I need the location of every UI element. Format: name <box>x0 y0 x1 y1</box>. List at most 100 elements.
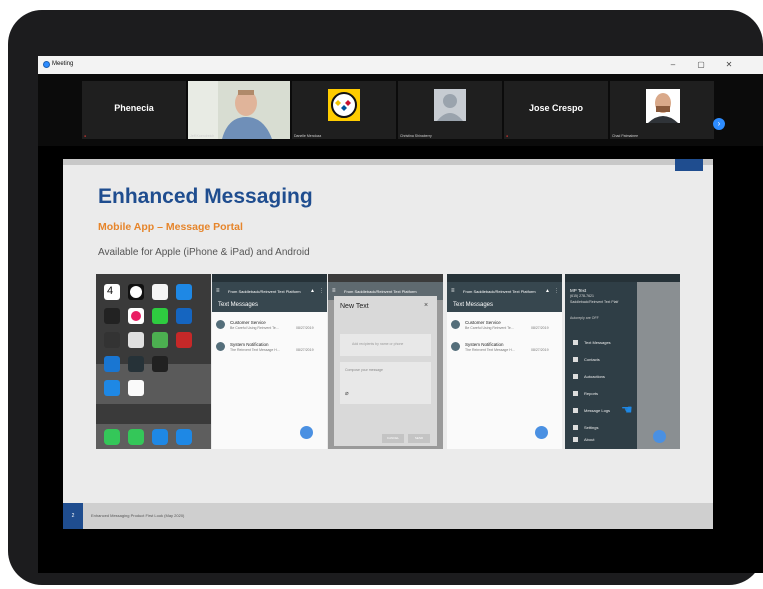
drawer-org: Saddleback/Reinvent Text Platf <box>570 300 619 304</box>
slide-accent-block <box>675 159 703 171</box>
team-logo-avatar <box>328 89 360 121</box>
close-icon[interactable]: × <box>424 302 428 309</box>
menu-item-message-logs[interactable]: Message Logs <box>573 408 611 414</box>
menu-item-contacts[interactable]: Contacts <box>573 357 600 363</box>
close-button[interactable]: ✕ <box>722 59 736 71</box>
message-date: 08/27/2019 <box>531 326 549 330</box>
message-list: Customer Service Be Careful Using Reinve… <box>212 312 327 449</box>
send-button[interactable]: SEND <box>408 434 430 443</box>
menu-icon[interactable]: ≡ <box>451 288 455 294</box>
next-page-button[interactable]: › <box>713 118 725 130</box>
menu-item-reports[interactable]: Reports <box>573 391 599 397</box>
ios-home-screenshot: 4 <box>96 274 211 449</box>
mic-muted-icon: ● <box>84 134 87 138</box>
menu-item-about[interactable]: About <box>573 437 595 443</box>
message-title: Customer Service <box>230 320 266 325</box>
participant-name: Chad Patmalnee <box>612 134 639 138</box>
app-bar: ≡ From Saddleback/Reinvent Text Platform… <box>212 282 327 300</box>
cancel-button[interactable]: CANCEL <box>382 434 404 443</box>
status-bar <box>565 274 680 282</box>
bell-icon[interactable]: ▲ <box>545 288 550 294</box>
contact-icon <box>451 342 460 351</box>
screen-title: Text Messages <box>218 302 259 308</box>
message-preview: The Reinvent Text Message H... <box>230 348 280 352</box>
slide-title: Enhanced Messaging <box>98 185 313 208</box>
list-item[interactable]: Customer Service Be Careful Using Reinve… <box>216 318 320 338</box>
participant-strip: Phenecia ● Jeff Koendreich Danelle Mendo… <box>38 74 763 146</box>
participant-tile[interactable]: Jeff Koendreich <box>188 81 290 139</box>
screen: Meeting – ▢ ✕ Phenecia ● Jeff Koendreich <box>38 56 763 573</box>
new-text-dialog: New Text × Add recipients by name or pho… <box>334 296 437 446</box>
compose-fab[interactable] <box>653 430 666 443</box>
app-bar-title: From Saddleback/Reinvent Text Platform <box>228 289 301 294</box>
message-date: 08/27/2019 <box>296 326 314 330</box>
participant-name: Christina Shinaberry <box>400 134 432 138</box>
contact-icon <box>451 320 460 329</box>
menu-item-settings[interactable]: Settings <box>573 425 599 431</box>
nav-drawer: MP Text (615) 278-7621 Saddleback/Reinve… <box>565 282 637 449</box>
contacts-icon <box>573 357 578 363</box>
participant-video <box>188 81 290 139</box>
participant-name: Jeff Koendreich <box>190 134 215 138</box>
message-date: 08/27/2019 <box>531 348 549 352</box>
menu-icon[interactable]: ≡ <box>332 288 336 294</box>
message-list: Customer Service Be Careful Using Reinve… <box>447 312 562 449</box>
slide-subtitle: Mobile App – Message Portal <box>98 221 243 233</box>
message-list-screenshot: ≡ From Saddleback/Reinvent Text Platform… <box>212 274 327 449</box>
message-preview: Be Careful Using Reinvent Te... <box>230 326 279 330</box>
slide-tagline: Available for Apple (iPhone & iPad) and … <box>98 247 310 258</box>
bell-icon[interactable]: ▲ <box>310 288 315 294</box>
meeting-app-icon <box>43 61 50 68</box>
log-icon <box>573 408 578 414</box>
contact-icon <box>216 342 225 351</box>
message-title: System Notification <box>230 342 269 347</box>
status-bar <box>447 274 562 282</box>
message-preview: Be Careful Using Reinvent Te... <box>465 326 514 330</box>
maximize-button[interactable]: ▢ <box>694 59 708 71</box>
recipient-input[interactable]: Add recipients by name or phone <box>340 334 431 356</box>
participant-tile[interactable]: Phenecia ● <box>82 81 186 139</box>
mic-muted-icon: ● <box>506 134 509 138</box>
compose-fab[interactable] <box>535 426 548 439</box>
participant-tile[interactable]: Christina Shinaberry <box>398 81 502 139</box>
message-placeholder: Compose your message <box>345 368 383 372</box>
minimize-button[interactable]: – <box>666 59 680 71</box>
list-item[interactable]: System Notification The Reinvent Text Me… <box>216 340 320 360</box>
menu-item-label: Message Logs <box>584 408 611 413</box>
list-item[interactable]: Customer Service Be Careful Using Reinve… <box>451 318 555 338</box>
participant-tile[interactable]: Chad Patmalnee <box>610 81 714 139</box>
drawer-user: MP Text <box>570 288 587 293</box>
gear-icon <box>573 425 578 431</box>
menu-item-autoactions[interactable]: Autoactions <box>573 374 605 380</box>
participant-name: Phenecia <box>114 103 154 113</box>
slide-page-marker: 2 <box>63 503 83 529</box>
menu-item-text-messages[interactable]: Text Messages <box>573 340 611 346</box>
more-icon[interactable]: ⋮ <box>554 288 559 294</box>
recipient-placeholder: Add recipients by name or phone <box>352 342 404 346</box>
screen-title: Text Messages <box>453 302 494 308</box>
footer-text: Enhanced Messaging Product First Look (M… <box>91 513 185 518</box>
slide-top-bar <box>63 159 713 165</box>
app-bar-title: From Saddleback/Reinvent Text Platform <box>463 289 536 294</box>
menu-item-label: Settings <box>584 425 599 430</box>
compose-fab[interactable] <box>300 426 313 439</box>
shared-slide: Enhanced Messaging Mobile App – Message … <box>63 159 713 529</box>
menu-item-label: Reports <box>584 391 599 396</box>
attach-icon[interactable]: ⌀ <box>345 390 349 397</box>
dialog-title: New Text <box>340 303 369 310</box>
message-title: Customer Service <box>465 320 501 325</box>
new-text-screenshot: ≡ From Saddleback/Reinvent Text Platform… <box>328 274 443 449</box>
tablet-frame: Meeting – ▢ ✕ Phenecia ● Jeff Koendreich <box>8 10 763 585</box>
list-item[interactable]: System Notification The Reinvent Text Me… <box>451 340 555 360</box>
participant-tile[interactable]: Danelle Mendoza <box>292 81 396 139</box>
menu-icon[interactable]: ≡ <box>216 288 220 294</box>
menu-item-label: About <box>584 437 595 442</box>
message-input[interactable]: Compose your message ⌀ <box>340 362 431 404</box>
contact-icon <box>216 320 225 329</box>
more-icon[interactable]: ⋮ <box>319 288 324 294</box>
calendar-day: 4 <box>107 285 114 297</box>
participant-tile[interactable]: Jose Crespo ● <box>504 81 608 139</box>
window-titlebar: Meeting – ▢ ✕ <box>38 56 763 74</box>
window-title: Meeting <box>52 61 74 67</box>
participant-photo <box>646 89 680 123</box>
